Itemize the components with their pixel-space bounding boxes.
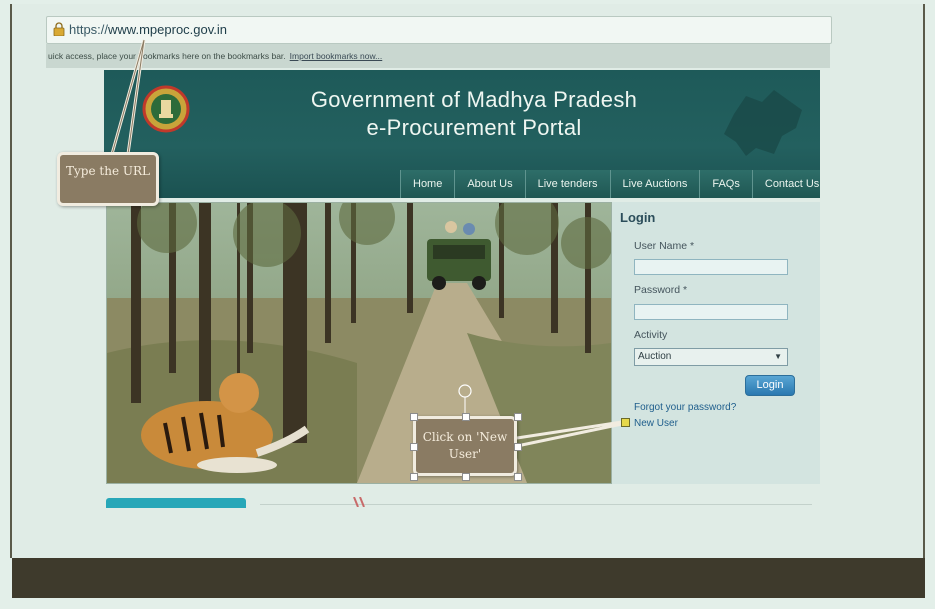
dropdown-arrow-icon: ▼ bbox=[774, 352, 782, 361]
login-panel: Login User Name * Password * Activity Au… bbox=[612, 202, 820, 484]
selection-handle bbox=[514, 473, 522, 481]
bookmarks-hint: uick access, place your bookmarks here o… bbox=[48, 51, 286, 61]
state-map-icon bbox=[724, 90, 802, 156]
slide-footer-bar bbox=[12, 558, 925, 598]
lower-decoration-icon bbox=[353, 497, 365, 507]
login-button[interactable]: Login bbox=[745, 375, 795, 396]
selection-handle bbox=[410, 413, 418, 421]
nav-home[interactable]: Home bbox=[400, 170, 454, 198]
url-scheme: https:// bbox=[69, 22, 109, 37]
activity-select[interactable]: Auction ▼ bbox=[634, 348, 788, 366]
address-bar[interactable]: https://www.mpeproc.gov.in bbox=[46, 16, 832, 44]
site-header: Government of Madhya Pradesh e-Procureme… bbox=[104, 70, 820, 198]
username-input[interactable] bbox=[634, 259, 788, 275]
site-title: Government of Madhya Pradesh e-Procureme… bbox=[284, 86, 664, 142]
selection-handle bbox=[410, 443, 418, 451]
nav-faqs[interactable]: FAQs bbox=[699, 170, 752, 198]
selection-handle bbox=[410, 473, 418, 481]
site-title-line1: Government of Madhya Pradesh bbox=[310, 87, 638, 112]
nav-live-tenders[interactable]: Live tenders bbox=[524, 170, 610, 198]
lower-section-tab bbox=[106, 498, 246, 508]
url-host: www.mpeproc.gov.in bbox=[108, 22, 228, 37]
forgot-password-link[interactable]: Forgot your password? bbox=[634, 402, 736, 413]
selection-handle bbox=[462, 413, 470, 421]
activity-label: Activity bbox=[634, 329, 668, 341]
selection-handle bbox=[514, 443, 522, 451]
state-emblem-icon bbox=[142, 85, 190, 133]
password-label: Password * bbox=[634, 284, 688, 296]
hero-image bbox=[106, 202, 612, 484]
nav-live-auctions[interactable]: Live Auctions bbox=[609, 170, 700, 198]
selection-handle bbox=[462, 473, 470, 481]
bookmarks-bar: uick access, place your bookmarks here o… bbox=[46, 44, 830, 68]
nav-about-us[interactable]: About Us bbox=[454, 170, 524, 198]
main-nav: Home About Us Live tenders Live Auctions… bbox=[400, 170, 820, 198]
lower-divider bbox=[260, 504, 812, 505]
password-input[interactable] bbox=[634, 304, 788, 320]
import-bookmarks-link[interactable]: Import bookmarks now... bbox=[290, 51, 383, 61]
lock-icon bbox=[53, 22, 65, 36]
url-callout: Type the URL bbox=[57, 152, 159, 206]
activity-selected-value: Auction bbox=[638, 351, 672, 362]
hero-forest-illustration bbox=[107, 203, 611, 483]
nav-contact-us[interactable]: Contact Us bbox=[751, 170, 820, 198]
new-user-link[interactable]: New User bbox=[634, 418, 678, 429]
url-text: https://www.mpeproc.gov.in bbox=[69, 22, 227, 37]
site-title-line2: e-Procurement Portal bbox=[366, 115, 582, 140]
new-user-marker bbox=[621, 418, 630, 427]
login-heading: Login bbox=[620, 210, 656, 225]
selection-handle bbox=[514, 413, 522, 421]
username-label: User Name * bbox=[634, 240, 695, 252]
new-user-callout: Click on 'New User' bbox=[413, 416, 517, 476]
